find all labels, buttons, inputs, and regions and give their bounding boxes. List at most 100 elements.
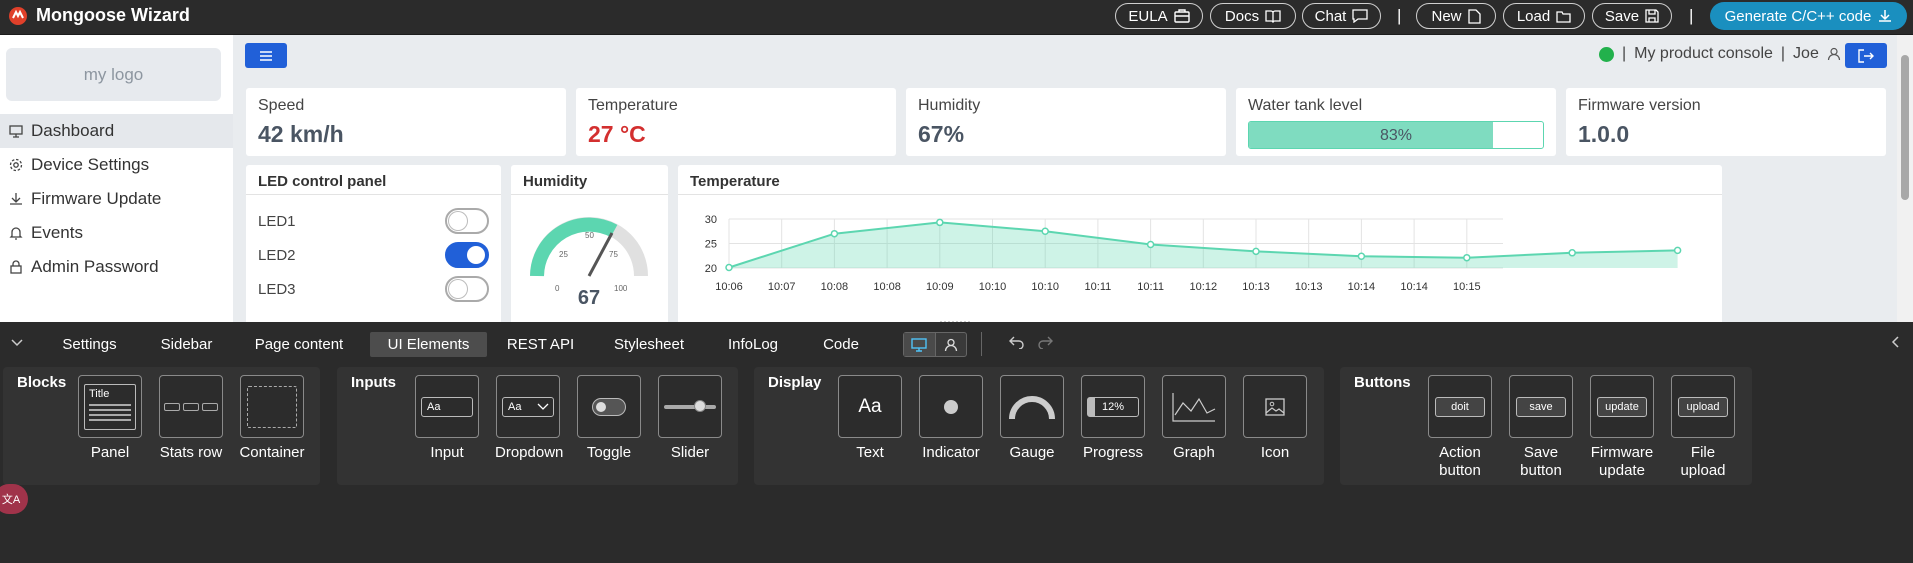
sidebar-item-label: Device Settings [31,155,150,174]
palette-item-action-button[interactable]: doit Action button [1427,375,1493,480]
palette-item-file-upload[interactable]: upload File upload [1670,375,1736,480]
firmware-update-preview: update [1590,375,1654,438]
menu-toggle-button[interactable] [245,43,287,68]
y-tick-label: 30 [705,214,717,226]
tab-code[interactable]: Code [816,332,866,357]
palette-item-progress[interactable]: 12% Progress [1080,375,1146,462]
load-button[interactable]: Load [1503,3,1585,29]
gauge-tick: 100 [614,284,628,293]
graph-preview [1162,375,1226,438]
sidebar-item-firmware-update[interactable]: Firmware Update [0,182,233,216]
humidity-gauge-panel: Humidity 0 25 50 75 100 67 [511,165,668,322]
lock-icon [10,260,22,274]
item-label: Indicator [922,444,980,461]
chevron-down-icon[interactable] [10,338,24,348]
palette-item-text[interactable]: Aa Text [837,375,903,462]
tab-infolog[interactable]: InfoLog [718,332,788,357]
tab-settings[interactable]: Settings [52,332,127,357]
temperature-chart-panel: Temperature 20 25 30 10:06 10:07 10:08 10:08 10… [678,165,1722,322]
chevron-left-icon[interactable] [1890,335,1900,349]
data-point [830,229,839,238]
mongoose-logo-icon [9,6,27,25]
scroll-thumb[interactable] [1901,55,1909,200]
sidebar-item-device-settings[interactable]: Device Settings [0,148,233,182]
sidebar-item-admin-password[interactable]: Admin Password [0,250,233,284]
palette-item-indicator[interactable]: Indicator [918,375,984,462]
sidebar-item-dashboard[interactable]: Dashboard [0,114,233,148]
undo-icon[interactable] [1009,335,1025,349]
palette-item-graph[interactable]: Graph [1161,375,1227,462]
palette-item-gauge[interactable]: Gauge [999,375,1065,462]
editor-tab-bar: Settings Sidebar Page content UI Element… [0,326,1913,360]
slider-preview [658,375,722,438]
palette-item-stats-row[interactable]: Stats row [158,375,224,462]
generate-code-button[interactable]: Generate C/C++ code [1710,2,1907,30]
temperature-chart: 20 25 30 10:06 10:07 10:08 10:08 10:09 10:10 10:1… [705,214,1682,293]
y-tick-label: 25 [705,239,717,251]
palette-item-input[interactable]: Aa Input [414,375,480,462]
gauge-preview [1000,375,1064,438]
item-label-line2: update [1599,462,1645,479]
led-row: LED3 [258,276,489,302]
translate-icon[interactable]: 文A [0,484,28,514]
logo-placeholder: my logo [6,48,221,101]
stat-value: 42 km/h [258,121,344,147]
led3-toggle[interactable] [445,276,489,302]
logout-button[interactable] [1845,43,1887,68]
graph-preview-icon [1172,392,1216,422]
tab-page-content[interactable]: Page content [246,332,352,357]
load-label: Load [1516,7,1551,25]
palette-item-save-button[interactable]: save Save button [1508,375,1574,480]
data-point [1146,240,1155,249]
dropdown-preview: Aa [496,375,560,438]
preview-button-text: doit [1435,396,1485,417]
container-preview [240,375,304,438]
monitor-icon [911,337,927,352]
new-button[interactable]: New [1416,3,1496,29]
save-button[interactable]: Save [1592,3,1672,29]
monitor-icon [9,124,23,138]
chat-button[interactable]: Chat [1302,3,1381,29]
preview-button-text: update [1597,396,1647,417]
toggle-preview [577,375,641,438]
user-icon [1827,47,1840,61]
docs-button[interactable]: Docs [1210,3,1296,29]
tab-stylesheet[interactable]: Stylesheet [609,332,689,357]
item-label: Container [239,444,305,461]
tab-sidebar[interactable]: Sidebar [150,332,223,357]
item-label: Dropdown [495,444,564,461]
sidebar-item-events[interactable]: Events [0,216,233,250]
download-icon [1879,10,1892,22]
chat-label: Chat [1314,7,1347,25]
preview-scrollbar[interactable] [1897,35,1913,322]
redo-icon[interactable] [1037,335,1053,349]
item-label: File upload [1670,444,1736,480]
tab-rest-api[interactable]: REST API [503,332,578,357]
x-tick-label: 10:08 [873,281,901,293]
led2-toggle[interactable] [445,242,489,268]
palette-item-toggle[interactable]: Toggle [576,375,642,462]
led-control-panel: LED control panel LED1 LED2 LED3 [246,165,501,322]
desktop-view-button[interactable] [904,333,936,356]
stat-label: Firmware version [1578,97,1701,114]
resize-handle[interactable] [940,321,970,322]
palette-item-firmware-update[interactable]: update Firmware update [1589,375,1655,480]
tab-ui-elements[interactable]: UI Elements [370,332,487,357]
palette-item-dropdown[interactable]: Aa Dropdown [495,375,564,462]
input-preview-text: Aa [421,396,473,417]
x-tick-label: 10:10 [979,281,1007,293]
user-view-button[interactable] [936,333,967,356]
led-label: LED2 [258,246,296,264]
led1-toggle[interactable] [445,208,489,234]
x-tick-label: 10:13 [1295,281,1323,293]
palette-item-container[interactable]: Container [239,375,305,462]
group-title: Blocks [17,374,67,391]
x-tick-label: 10:14 [1400,281,1428,293]
led-row: LED1 [258,208,489,234]
palette-item-icon[interactable]: Icon [1242,375,1308,462]
palette-group-buttons: Buttons doit Action button save Save butto… [1340,367,1752,485]
chevron-down-icon [537,403,549,410]
palette-item-slider[interactable]: Slider [657,375,723,462]
palette-item-panel[interactable]: Title Panel [77,375,143,462]
eula-button[interactable]: EULA [1115,3,1203,29]
